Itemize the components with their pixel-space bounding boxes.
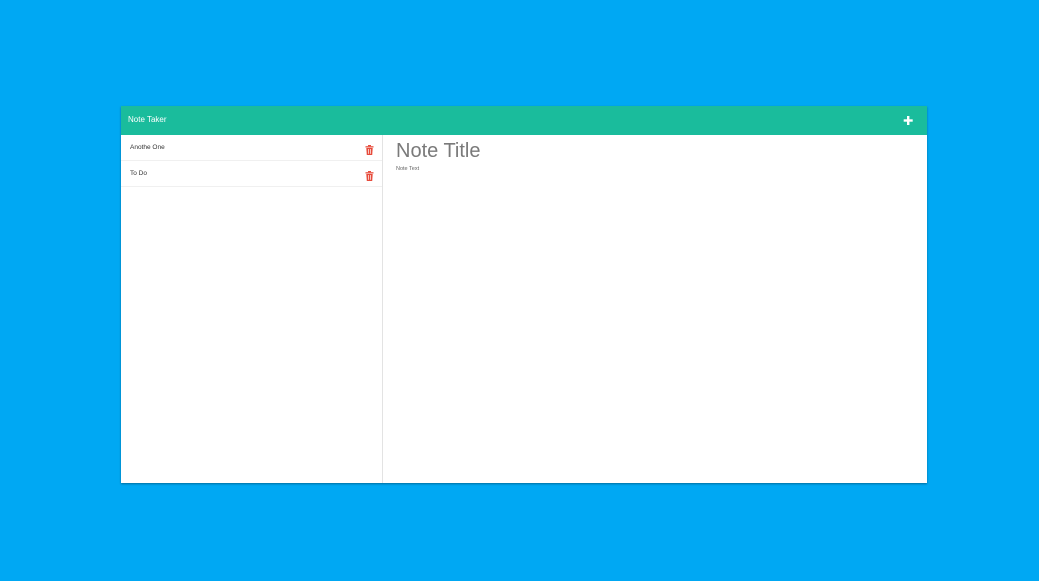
note-list-item[interactable]: Anothe One — [121, 135, 382, 161]
note-item-title: Anothe One — [130, 144, 165, 151]
note-list-item[interactable]: To Do — [121, 161, 382, 187]
plus-icon — [903, 116, 913, 125]
note-list-sidebar: Anothe One To Do — [121, 135, 383, 483]
note-title-input[interactable] — [396, 138, 896, 164]
note-list: Anothe One To Do — [121, 135, 382, 187]
navbar: Note Taker — [121, 106, 927, 135]
delete-note-button[interactable] — [365, 168, 374, 181]
new-note-button[interactable] — [901, 112, 915, 128]
trash-icon — [365, 145, 374, 155]
note-editor — [383, 135, 927, 483]
note-item-title: To Do — [130, 170, 147, 177]
app-window: Note Taker Anothe One To Do Note Title N… — [121, 106, 927, 483]
trash-icon — [365, 171, 374, 181]
delete-note-button[interactable] — [365, 142, 374, 155]
note-text-input[interactable] — [396, 166, 906, 466]
app-title: Note Taker — [128, 115, 167, 124]
